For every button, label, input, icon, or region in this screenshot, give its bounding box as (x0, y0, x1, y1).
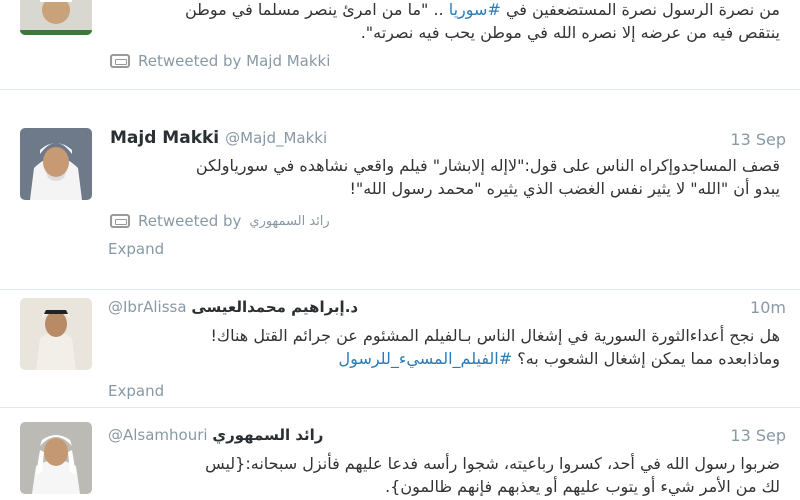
tweet-text: هل نجح أعداءالثورة السورية في إشغال النا… (210, 326, 781, 368)
expand-link[interactable]: Expand (108, 240, 164, 258)
tweet-timestamp[interactable]: 10m (750, 298, 786, 317)
tweet-timestamp[interactable]: 13 Sep (730, 130, 786, 149)
avatar[interactable] (20, 0, 92, 35)
tweet-item[interactable]: @IbrAlissa د.إبراهيم محمدالعيسى 10m هل ن… (0, 290, 800, 408)
tweet-timeline: من نصرة الرسول نصرة المستضعفين في #سوريا… (0, 0, 800, 500)
tweet-author[interactable]: @IbrAlissa د.إبراهيم محمدالعيسى (108, 298, 358, 316)
avatar[interactable] (20, 422, 92, 494)
hashtag-link[interactable]: #الفيلم_المسيء_للرسول (339, 349, 513, 368)
author-handle: @Alsamhouri (108, 426, 208, 444)
avatar-image (20, 422, 92, 494)
tweet-author[interactable]: Majd Makki @Majd_Makki (110, 128, 327, 148)
author-handle: @Majd_Makki (225, 129, 328, 147)
retweet-context[interactable]: Retweeted by Majd Makki (110, 52, 330, 70)
tweet-item[interactable]: من نصرة الرسول نصرة المستضعفين في #سوريا… (0, 0, 800, 90)
tweet-item[interactable]: Majd Makki @Majd_Makki 13 Sep قصف المساجد… (0, 90, 800, 290)
retweet-icon (110, 214, 130, 228)
tweet-text: قصف المساجدوإكراه الناس على قول:"لاإله إ… (195, 156, 780, 198)
tweet-author[interactable]: @Alsamhouri رائد السمهوري (108, 426, 323, 444)
expand-link[interactable]: Expand (108, 382, 164, 400)
hashtag-link[interactable]: #سوريا (449, 0, 501, 19)
author-handle: @IbrAlissa (108, 298, 187, 316)
tweet-text: من نصرة الرسول نصرة المستضعفين في #سوريا… (184, 0, 780, 42)
avatar[interactable] (20, 128, 92, 200)
avatar-image (20, 0, 92, 35)
avatar[interactable] (20, 298, 92, 370)
retweet-context[interactable]: Retweeted by رائد السمهوري (110, 212, 330, 230)
tweet-item[interactable]: @Alsamhouri رائد السمهوري 13 Sep ضربوا ر… (0, 408, 800, 500)
avatar-image (20, 128, 92, 200)
tweet-timestamp[interactable]: 13 Sep (730, 426, 786, 445)
tweet-text: ضربوا رسول الله في أحد، كسروا رباعيته، ش… (205, 454, 780, 496)
retweet-icon (110, 54, 130, 68)
avatar-image (20, 298, 92, 370)
